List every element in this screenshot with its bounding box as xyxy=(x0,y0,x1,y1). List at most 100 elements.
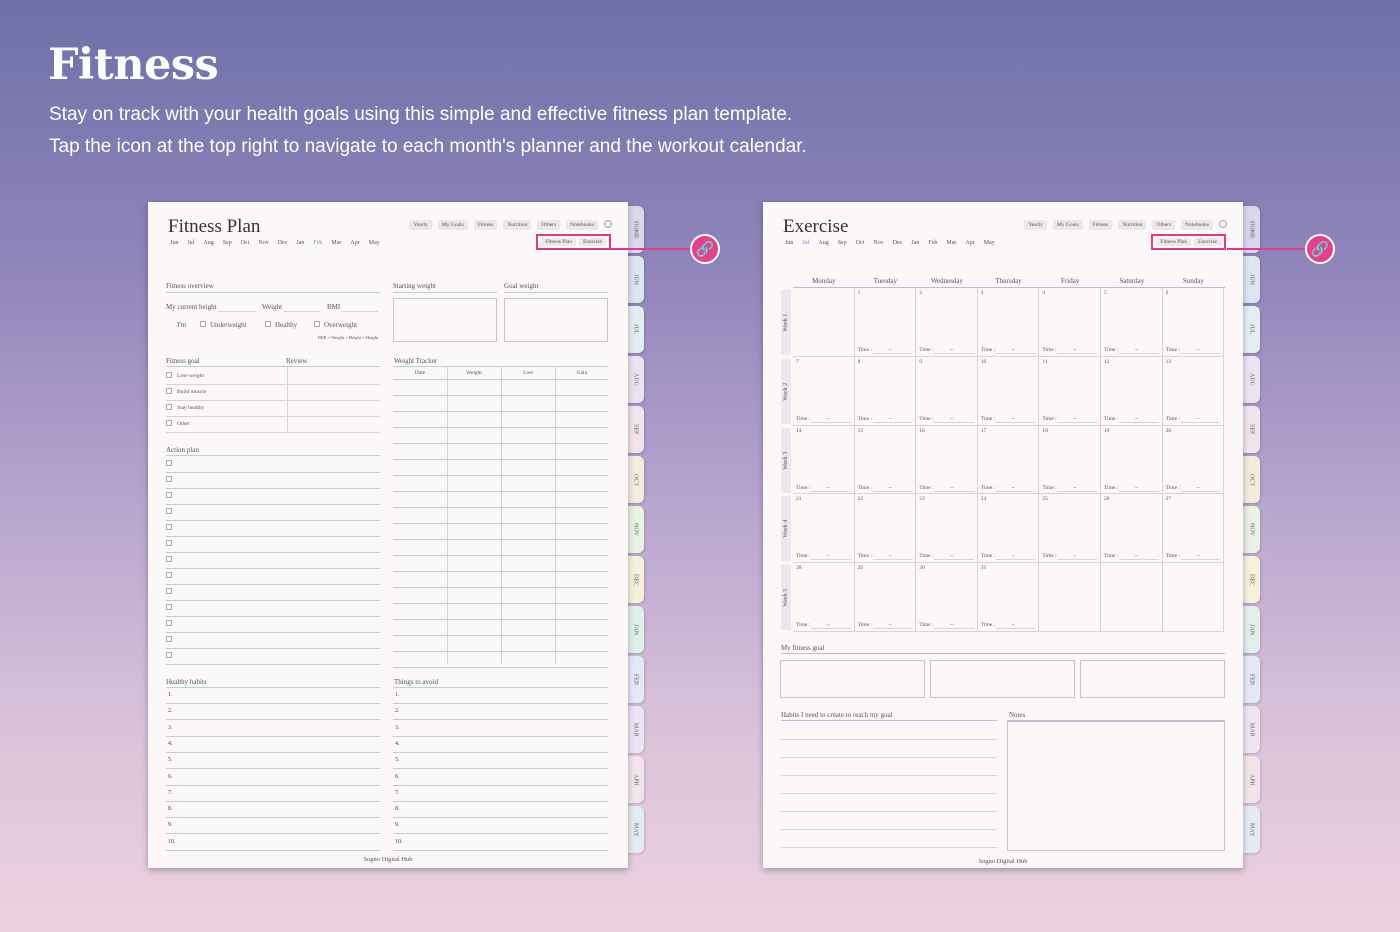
nav-yearly-button[interactable]: Yearly xyxy=(409,220,432,230)
healthy-checkbox[interactable] xyxy=(265,321,271,327)
goal-weight-box[interactable] xyxy=(504,298,608,342)
side-tab-apr[interactable]: APR xyxy=(627,756,644,803)
nav-others-button[interactable]: Others xyxy=(1152,220,1176,230)
side-tab-may[interactable]: MAY xyxy=(1243,806,1260,853)
month-jan[interactable]: Jan xyxy=(296,240,304,246)
settings-icon[interactable] xyxy=(604,220,612,228)
action-checkbox[interactable] xyxy=(166,604,172,610)
month-jun[interactable]: Jun xyxy=(170,240,178,246)
month-aug[interactable]: Aug xyxy=(818,240,828,246)
month-oct[interactable]: Oct xyxy=(856,240,865,246)
nav-notebooks-button[interactable]: Notebooks xyxy=(1181,220,1213,230)
link-icon[interactable]: 🔗 xyxy=(1305,234,1335,264)
action-checkbox[interactable] xyxy=(166,524,172,530)
action-checkbox[interactable] xyxy=(166,540,172,546)
starting-weight-box[interactable] xyxy=(393,298,497,342)
goal-checkbox[interactable] xyxy=(166,420,172,426)
side-tab-jul[interactable]: JUL xyxy=(627,306,644,353)
calendar-day-cell[interactable] xyxy=(793,288,855,357)
goal-checkbox[interactable] xyxy=(166,404,172,410)
month-jan[interactable]: Jan xyxy=(911,240,919,246)
month-feb[interactable]: Feb xyxy=(313,240,322,246)
month-mar[interactable]: Mar xyxy=(946,240,956,246)
month-aug[interactable]: Aug xyxy=(203,240,213,246)
month-jul[interactable]: Jul xyxy=(187,240,194,246)
nav-nutrition-button[interactable]: Nutrition xyxy=(503,220,532,230)
settings-icon[interactable] xyxy=(1219,220,1227,228)
month-nov[interactable]: Nov xyxy=(873,240,883,246)
action-checkbox[interactable] xyxy=(166,588,172,594)
side-tab-jan[interactable]: JAN xyxy=(627,606,644,653)
action-checkbox[interactable] xyxy=(166,620,172,626)
nav-fitness-button[interactable]: Fitness xyxy=(1088,220,1113,230)
side-tab-jun[interactable]: JUN xyxy=(1243,256,1260,303)
month-apr[interactable]: Apr xyxy=(965,240,974,246)
month-oct[interactable]: Oct xyxy=(241,240,250,246)
action-checkbox[interactable] xyxy=(166,492,172,498)
nav-my-goals-button[interactable]: My Goals xyxy=(1052,220,1083,230)
month-feb[interactable]: Feb xyxy=(928,240,937,246)
goal-box-2[interactable] xyxy=(930,660,1075,698)
goal-box-1[interactable] xyxy=(780,660,925,698)
side-tab-aug[interactable]: AUG xyxy=(1243,356,1260,403)
nav-my-goals-button[interactable]: My Goals xyxy=(437,220,468,230)
month-dec[interactable]: Dec xyxy=(893,240,903,246)
action-checkbox[interactable] xyxy=(166,652,172,658)
month-mar[interactable]: Mar xyxy=(331,240,341,246)
month-may[interactable]: May xyxy=(984,240,995,246)
fitness-plan-link[interactable]: Fitness Plan xyxy=(1156,238,1192,246)
calendar-day-cell[interactable] xyxy=(1101,563,1163,632)
side-tab-jun[interactable]: JUN xyxy=(627,256,644,303)
side-tab-sep[interactable]: SEP xyxy=(627,406,644,453)
side-tab-home[interactable]: HOME xyxy=(1243,206,1260,253)
calendar-day-cell[interactable] xyxy=(1162,563,1225,632)
side-tab-aug[interactable]: AUG xyxy=(627,356,644,403)
month-sep[interactable]: Sep xyxy=(838,240,847,246)
side-tab-oct[interactable]: OCT xyxy=(1243,456,1260,503)
side-tab-oct[interactable]: OCT xyxy=(627,456,644,503)
side-tab-may[interactable]: MAY xyxy=(627,806,644,853)
month-jun[interactable]: Jun xyxy=(785,240,793,246)
side-tab-dec[interactable]: DEC xyxy=(627,556,644,603)
side-tab-dec[interactable]: DEC xyxy=(1243,556,1260,603)
month-sep[interactable]: Sep xyxy=(223,240,232,246)
side-tab-mar[interactable]: MAR xyxy=(627,706,644,753)
side-tab-sep[interactable]: SEP xyxy=(1243,406,1260,453)
month-jul[interactable]: Jul xyxy=(802,240,809,246)
goal-checkbox[interactable] xyxy=(166,372,172,378)
month-nov[interactable]: Nov xyxy=(258,240,268,246)
goal-checkbox[interactable] xyxy=(166,388,172,394)
action-checkbox[interactable] xyxy=(166,476,172,482)
side-tab-apr[interactable]: APR xyxy=(1243,756,1260,803)
notes-box[interactable] xyxy=(1007,721,1225,851)
exercise-link[interactable]: Exercise xyxy=(579,238,606,246)
overweight-checkbox[interactable] xyxy=(314,321,320,327)
nav-yearly-button[interactable]: Yearly xyxy=(1024,220,1047,230)
side-tab-nov[interactable]: NOV xyxy=(1243,506,1260,553)
side-tab-nov[interactable]: NOV xyxy=(627,506,644,553)
fitness-plan-link[interactable]: Fitness Plan xyxy=(541,238,577,246)
calendar-day-cell[interactable] xyxy=(1039,563,1101,632)
nav-notebooks-button[interactable]: Notebooks xyxy=(566,220,598,230)
action-checkbox[interactable] xyxy=(166,572,172,578)
month-apr[interactable]: Apr xyxy=(350,240,359,246)
side-tab-mar[interactable]: MAR xyxy=(1243,706,1260,753)
side-tab-home[interactable]: HOME xyxy=(627,206,644,253)
action-checkbox[interactable] xyxy=(166,636,172,642)
action-checkbox[interactable] xyxy=(166,508,172,514)
link-icon[interactable]: 🔗 xyxy=(690,234,720,264)
month-dec[interactable]: Dec xyxy=(278,240,288,246)
action-checkbox[interactable] xyxy=(166,556,172,562)
side-tab-jan[interactable]: JAN xyxy=(1243,606,1260,653)
month-may[interactable]: May xyxy=(369,240,380,246)
side-tab-feb[interactable]: FEB xyxy=(1243,656,1260,703)
nav-nutrition-button[interactable]: Nutrition xyxy=(1118,220,1147,230)
side-tab-feb[interactable]: FEB xyxy=(627,656,644,703)
underweight-checkbox[interactable] xyxy=(200,321,206,327)
nav-others-button[interactable]: Others xyxy=(537,220,561,230)
side-tab-jul[interactable]: JUL xyxy=(1243,306,1260,353)
goal-box-3[interactable] xyxy=(1080,660,1225,698)
nav-fitness-button[interactable]: Fitness xyxy=(473,220,498,230)
exercise-link[interactable]: Exercise xyxy=(1194,238,1221,246)
action-checkbox[interactable] xyxy=(166,460,172,466)
